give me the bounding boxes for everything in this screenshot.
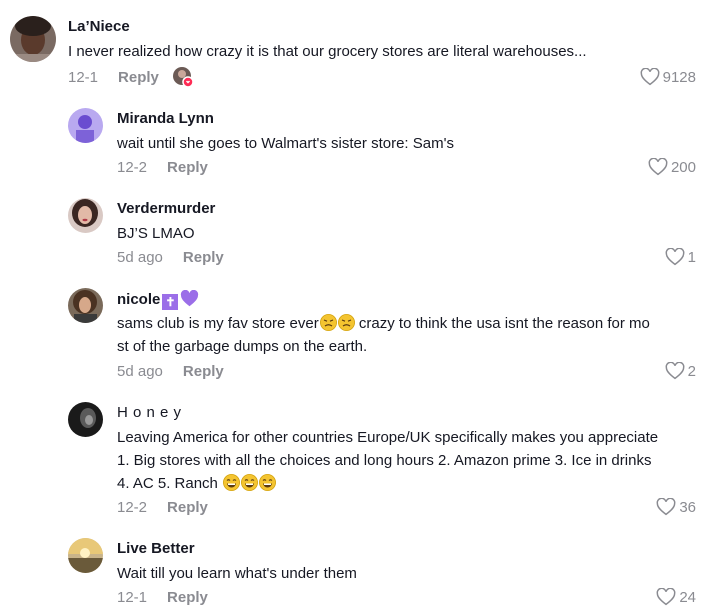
comment-author: nicole ✝ bbox=[117, 289, 199, 311]
reply-button[interactable]: Reply bbox=[183, 363, 224, 380]
avatar[interactable] bbox=[10, 16, 56, 62]
heart-outline-icon bbox=[665, 248, 685, 266]
creator-liked-avatar bbox=[172, 66, 194, 88]
comment-text: wait until she goes to Walmart's sister … bbox=[117, 135, 454, 152]
comment-text-part1: sams club is my fav store ever bbox=[117, 315, 319, 332]
comment-date: 5d ago bbox=[117, 249, 163, 266]
heart-outline-icon bbox=[665, 362, 685, 380]
like-button[interactable]: 2 bbox=[665, 362, 696, 380]
comment-text: BJ’S LMAO bbox=[117, 225, 195, 242]
comment-meta: 12-2 Reply bbox=[117, 159, 208, 176]
comment-text-line1: Leaving America for other countries Euro… bbox=[117, 429, 659, 446]
like-button[interactable]: 200 bbox=[648, 158, 696, 176]
comment-meta: 12-1 Reply bbox=[117, 589, 208, 606]
comment-laniece: La’Niece I never realized how crazy it i… bbox=[0, 16, 702, 96]
reply-button[interactable]: Reply bbox=[167, 589, 208, 606]
comment-author[interactable]: H o n e y bbox=[117, 404, 182, 421]
avatar[interactable] bbox=[68, 198, 103, 233]
comment-date: 12-1 bbox=[68, 69, 99, 86]
like-count: 1 bbox=[687, 248, 696, 266]
heart-outline-icon bbox=[656, 588, 676, 606]
comment-meta: 12-1 Reply bbox=[68, 69, 159, 86]
comment-text-line3: 4. AC 5. Ranch bbox=[117, 475, 218, 492]
author-name[interactable]: nicole bbox=[117, 291, 160, 308]
heart-outline-icon bbox=[656, 498, 676, 516]
comment-text-line2: st of the garbage dumps on the earth. bbox=[117, 338, 368, 355]
heart-outline-icon bbox=[640, 68, 660, 86]
comment-author[interactable]: La’Niece bbox=[68, 18, 130, 35]
comment-miranda-lynn: Miranda Lynn wait until she goes to Walm… bbox=[0, 108, 702, 188]
comment-meta: 12-2 Reply bbox=[117, 499, 208, 516]
comment-text: I never realized how crazy it is that ou… bbox=[68, 43, 587, 60]
avatar[interactable] bbox=[68, 538, 103, 573]
comment-meta: 5d ago Reply bbox=[117, 363, 224, 380]
comment-text-line2: 1. Big stores with all the choices and l… bbox=[117, 452, 652, 469]
like-count: 9128 bbox=[662, 68, 696, 86]
comment-text-part2: crazy to think the usa isnt the reason f… bbox=[354, 315, 650, 332]
like-button[interactable]: 36 bbox=[656, 498, 696, 516]
like-count: 200 bbox=[670, 158, 696, 176]
avatar[interactable] bbox=[68, 108, 103, 143]
purple-heart-icon bbox=[180, 289, 199, 311]
heart-outline-icon bbox=[648, 158, 668, 176]
like-button[interactable]: 1 bbox=[665, 248, 696, 266]
grinning-sweat-emoji bbox=[259, 474, 277, 491]
comment-date: 5d ago bbox=[117, 363, 163, 380]
persevering-face-emoji bbox=[319, 314, 337, 331]
comment-text: Leaving America for other countries Euro… bbox=[117, 426, 697, 495]
latin-cross-icon: ✝ bbox=[162, 294, 179, 310]
comment-date: 12-2 bbox=[117, 159, 148, 176]
comment-nicole: nicole ✝ sams club is my fav store ever c… bbox=[0, 288, 702, 388]
like-count: 24 bbox=[679, 588, 696, 606]
reply-button[interactable]: Reply bbox=[183, 249, 224, 266]
comment-text: Wait till you learn what's under them bbox=[117, 565, 357, 582]
like-count: 36 bbox=[679, 498, 696, 516]
comment-meta: 5d ago Reply bbox=[117, 249, 224, 266]
comment-date: 12-2 bbox=[117, 499, 148, 516]
grinning-sweat-emoji bbox=[223, 474, 241, 491]
grinning-sweat-emoji bbox=[241, 474, 259, 491]
comment-verdermurder: Verdermurder BJ’S LMAO 5d ago Reply 1 bbox=[0, 198, 702, 278]
like-button[interactable]: 24 bbox=[656, 588, 696, 606]
reply-button[interactable]: Reply bbox=[118, 69, 159, 86]
comment-text: sams club is my fav store ever crazy to … bbox=[117, 312, 697, 358]
avatar[interactable] bbox=[68, 288, 103, 323]
avatar[interactable] bbox=[68, 402, 103, 437]
persevering-face-emoji bbox=[337, 314, 355, 331]
comment-author[interactable]: Live Better bbox=[117, 540, 195, 557]
comment-honey: H o n e y Leaving America for other coun… bbox=[0, 402, 702, 524]
comment-author[interactable]: Verdermurder bbox=[117, 200, 215, 217]
reply-button[interactable]: Reply bbox=[167, 499, 208, 516]
reply-button[interactable]: Reply bbox=[167, 159, 208, 176]
comment-live-better: Live Better Wait till you learn what's u… bbox=[0, 538, 702, 615]
comment-date: 12-1 bbox=[117, 589, 148, 606]
like-count: 2 bbox=[687, 362, 696, 380]
comment-author[interactable]: Miranda Lynn bbox=[117, 110, 214, 127]
like-button[interactable]: 9128 bbox=[640, 68, 696, 86]
